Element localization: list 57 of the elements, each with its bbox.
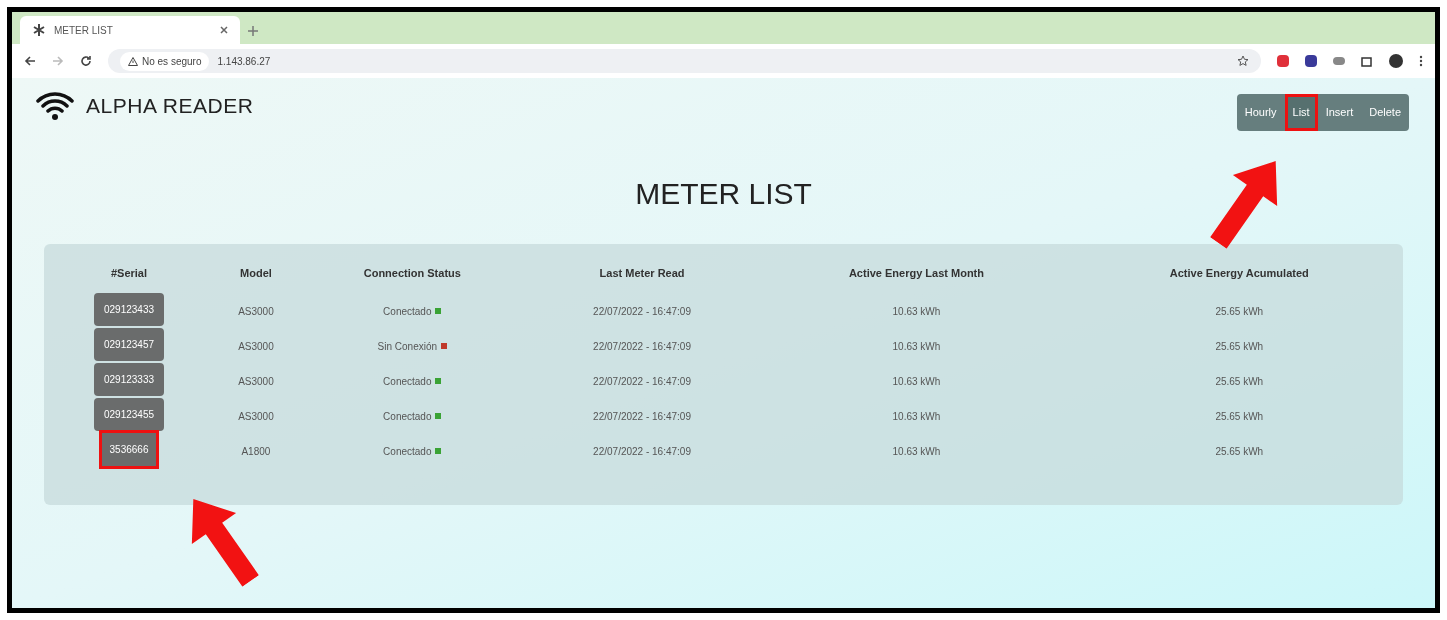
table-cell: 10.63 kWh — [892, 340, 941, 352]
warning-icon — [128, 56, 138, 66]
serial-button[interactable]: 029123333 — [93, 363, 165, 396]
nav-button[interactable]: Insert — [1317, 94, 1362, 131]
table-cell: 22/07/2022 - 16:47:09 — [593, 305, 691, 317]
address-bar[interactable]: No es seguro 1.143.86.27 — [108, 49, 1261, 73]
column-header: #Serial — [110, 267, 148, 279]
serial-button[interactable]: 029123457 — [93, 328, 165, 361]
star-icon[interactable] — [1237, 55, 1249, 67]
serial-button[interactable]: 029123433 — [93, 293, 165, 326]
table-cell: A1800 — [241, 445, 271, 457]
column-header: Last Meter Read — [599, 267, 685, 279]
asterisk-icon — [32, 23, 46, 37]
nav-button[interactable]: Delete — [1361, 94, 1409, 131]
table-cell: 22/07/2022 - 16:47:09 — [593, 375, 691, 387]
table-cell: 25.65 kWh — [1215, 340, 1264, 352]
column-header: Active Energy Last Month — [848, 267, 984, 279]
plus-icon[interactable] — [248, 26, 258, 36]
serial-button[interactable]: 3536666 — [101, 433, 157, 466]
table-cell: 22/07/2022 - 16:47:09 — [593, 340, 691, 352]
table-cell: 10.63 kWh — [892, 410, 941, 422]
table-cell-text: Conectado — [383, 409, 432, 424]
security-chip[interactable]: No es seguro — [120, 51, 210, 71]
url-text: 1.143.86.27 — [217, 54, 272, 69]
table-cell: 10.63 kWh — [892, 375, 941, 387]
table-cell: 22/07/2022 - 16:47:09 — [593, 445, 691, 457]
nav-button[interactable]: List — [1284, 94, 1318, 131]
table-cell: 10.63 kWh — [892, 445, 941, 457]
brand-name: ALPHA READER — [86, 93, 254, 119]
back-icon[interactable] — [24, 55, 36, 67]
page-title: METER LIST — [635, 176, 812, 212]
column-header: Model — [240, 267, 272, 279]
table-cell: 25.65 kWh — [1215, 375, 1264, 387]
table-cell: 10.63 kWh — [892, 305, 941, 317]
extension-icon[interactable] — [1277, 55, 1289, 67]
extension-icon[interactable] — [1305, 55, 1317, 67]
table-cell: AS3000 — [238, 410, 274, 422]
close-icon[interactable] — [220, 26, 228, 34]
serial-button[interactable]: 029123455 — [93, 398, 165, 431]
table-cell: 22/07/2022 - 16:47:09 — [593, 410, 691, 422]
table-cell: 25.65 kWh — [1215, 410, 1264, 422]
table-cell-text: Conectado — [383, 444, 432, 459]
menu-icon[interactable] — [1419, 55, 1423, 67]
table-cell: AS3000 — [238, 375, 274, 387]
table-cell: 25.65 kWh — [1215, 305, 1264, 317]
table-cell: AS3000 — [238, 305, 274, 317]
table-cell-text: Sin Conexión — [377, 339, 438, 354]
nav-button[interactable]: Hourly — [1236, 94, 1285, 131]
table-cell: 25.65 kWh — [1215, 445, 1264, 457]
column-header: Connection Status — [363, 267, 461, 279]
wifi-icon — [36, 90, 74, 121]
table-cell-text: Conectado — [383, 374, 432, 389]
column-header: Active Energy Acumulated — [1169, 267, 1309, 279]
table-cell-text: Conectado — [383, 304, 432, 319]
profile-avatar[interactable] — [1389, 54, 1403, 68]
reload-icon[interactable] — [80, 55, 92, 67]
table-cell: AS3000 — [238, 340, 274, 352]
